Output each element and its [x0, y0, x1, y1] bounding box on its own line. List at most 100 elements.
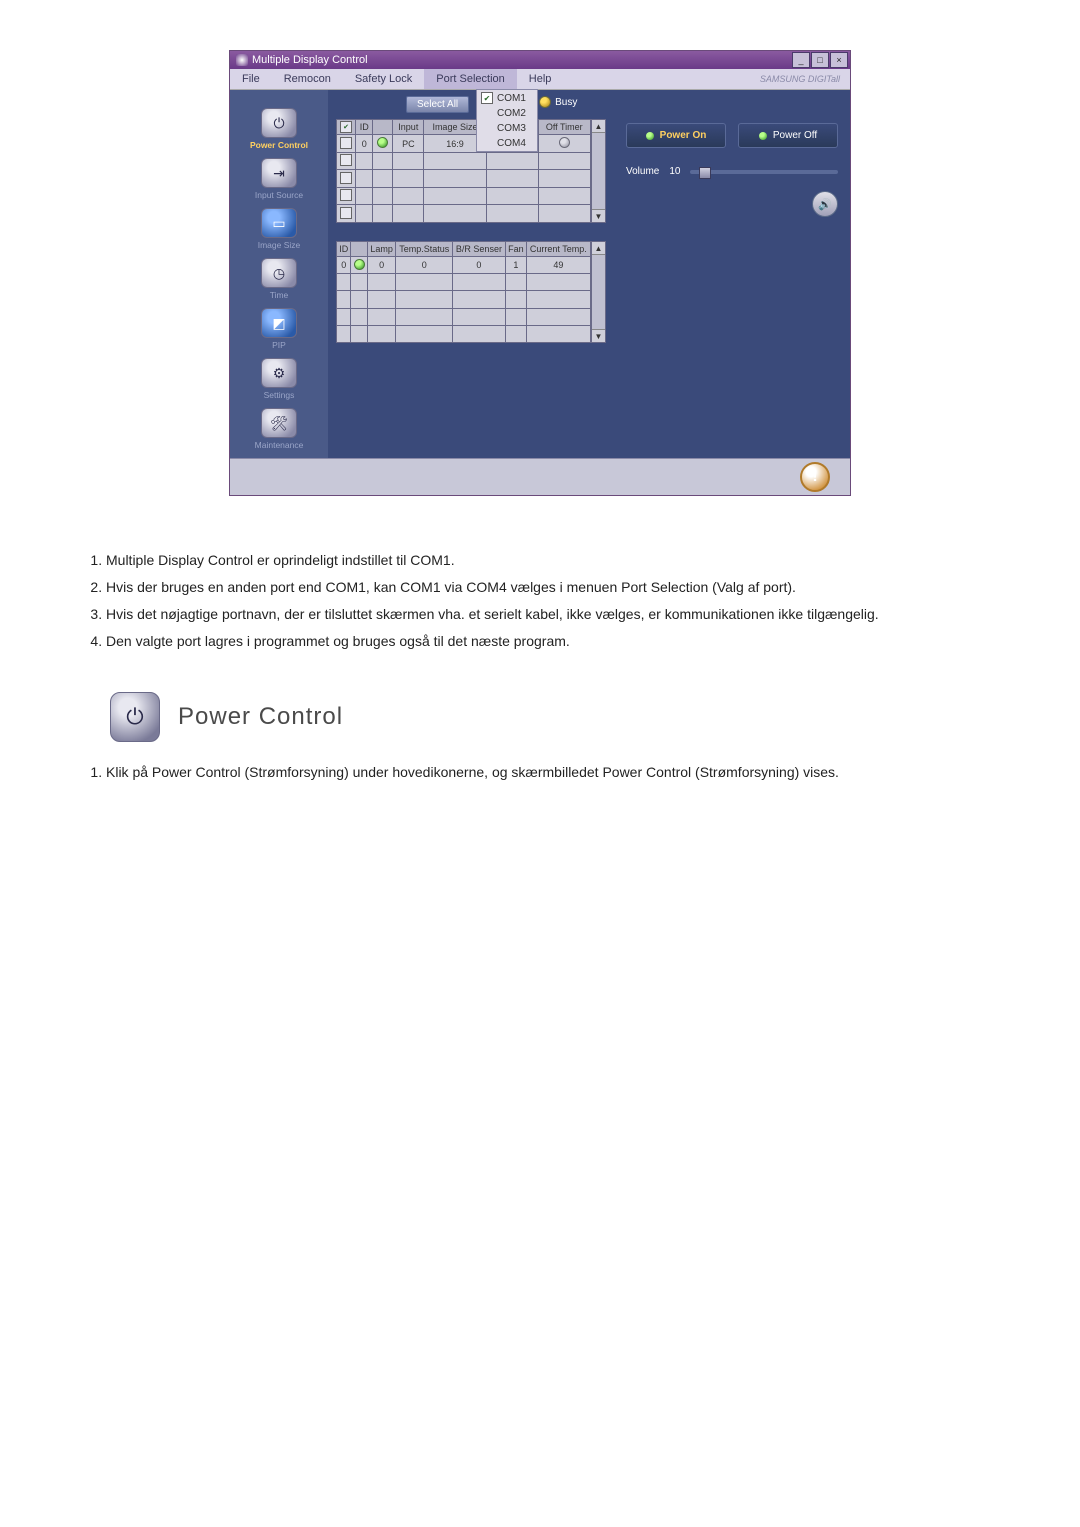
display-table: ✔ ID Input Image Size On Timer Off Timer	[336, 119, 591, 223]
col-off-timer: Off Timer	[538, 120, 590, 135]
table-row[interactable]: 0 PC 16:9	[337, 135, 591, 153]
col-id: ID	[356, 120, 373, 135]
minimize-button[interactable]: _	[792, 52, 810, 68]
slider-thumb[interactable]	[699, 167, 711, 179]
col2-lamp: Lamp	[367, 242, 395, 257]
scroll-up-icon[interactable]: ▲	[592, 242, 605, 255]
status-bar: !	[230, 458, 850, 495]
status-dot-icon	[354, 259, 365, 270]
col2-brsenser: B/R Senser	[453, 242, 506, 257]
port-com2[interactable]: COM2	[477, 106, 537, 121]
section-title: Power Control	[178, 703, 343, 731]
power-icon: ⏻	[261, 108, 297, 138]
sidebar-item-image-size[interactable]: ▭ Image Size	[258, 208, 301, 250]
port-com3[interactable]: COM3	[477, 121, 537, 136]
row-checkbox[interactable]	[340, 189, 352, 201]
menu-help[interactable]: Help	[517, 69, 564, 89]
section-heading: ⏻ Power Control	[110, 692, 1000, 742]
clock-icon: ◷	[261, 258, 297, 288]
col2-tempstatus: Temp.Status	[396, 242, 453, 257]
volume-slider[interactable]	[690, 170, 838, 174]
image-size-icon: ▭	[261, 208, 297, 238]
table-row[interactable]	[337, 274, 591, 291]
volume-value: 10	[669, 166, 680, 177]
pip-icon: ◩	[261, 308, 297, 338]
table-row[interactable]: 0 0 0 0 1 49	[337, 257, 591, 274]
col-status	[373, 120, 393, 135]
power-off-button[interactable]: Power Off	[738, 123, 838, 148]
wrench-icon: 🛠	[261, 408, 297, 438]
sidebar-item-maintenance[interactable]: 🛠 Maintenance	[255, 408, 304, 450]
application-window: Multiple Display Control _ □ × File Remo…	[229, 50, 851, 496]
sidebar-item-input-source[interactable]: ⇥ Input Source	[255, 158, 303, 200]
sidebar-item-time[interactable]: ◷ Time	[261, 258, 297, 300]
restore-button[interactable]: □	[811, 52, 829, 68]
select-all-button[interactable]: Select All	[406, 96, 469, 113]
busy-led-icon	[539, 96, 551, 108]
table2-scrollbar[interactable]: ▲ ▼	[591, 241, 606, 343]
table-row[interactable]	[337, 325, 591, 342]
header-checkbox[interactable]: ✔	[340, 121, 352, 133]
col-check: ✔	[337, 120, 356, 135]
input-icon: ⇥	[261, 158, 297, 188]
busy-indicator: Busy	[539, 96, 577, 108]
led-icon	[646, 132, 654, 140]
port-dropdown: ✔COM1 COM2 COM3 COM4	[476, 89, 538, 152]
row-checkbox[interactable]	[340, 137, 352, 149]
port-com4[interactable]: COM4	[477, 136, 537, 151]
control-panel: Power On Power Off Volume 10	[616, 119, 842, 221]
speaker-icon[interactable]: 🔊	[812, 191, 838, 217]
list-item: Multiple Display Control er oprindeligt …	[106, 550, 1000, 571]
col2-fan: Fan	[505, 242, 526, 257]
table-row[interactable]	[337, 170, 591, 188]
menu-file[interactable]: File	[230, 69, 272, 89]
table-row[interactable]	[337, 152, 591, 170]
scroll-up-icon[interactable]: ▲	[592, 120, 605, 133]
list-item: Hvis det nøjagtige portnavn, der er tils…	[106, 604, 1000, 625]
table-row[interactable]	[337, 187, 591, 205]
table1-scrollbar[interactable]: ▲ ▼	[591, 119, 606, 223]
app-icon	[236, 54, 248, 66]
title-bar: Multiple Display Control _ □ ×	[230, 51, 850, 69]
list-item: Klik på Power Control (Strømforsyning) u…	[106, 762, 1000, 783]
col2-status	[351, 242, 368, 257]
gear-icon: ⚙	[261, 358, 297, 388]
doc-text-list-1: Multiple Display Control er oprindeligt …	[80, 550, 1000, 652]
power-on-button[interactable]: Power On	[626, 123, 726, 148]
check-icon: ✔	[481, 92, 493, 104]
close-button[interactable]: ×	[830, 52, 848, 68]
menu-bar: File Remocon Safety Lock Port Selection …	[230, 69, 850, 90]
col-input: Input	[393, 120, 424, 135]
menu-remocon[interactable]: Remocon	[272, 69, 343, 89]
table-row[interactable]	[337, 205, 591, 223]
sidebar: ⏻ Power Control ⇥ Input Source ▭ Image S…	[230, 90, 328, 458]
col2-id: ID	[337, 242, 351, 257]
volume-label: Volume	[626, 166, 659, 177]
list-item: Den valgte port lagres i programmet og b…	[106, 631, 1000, 652]
alert-icon: !	[800, 462, 830, 492]
window-title: Multiple Display Control	[252, 51, 368, 69]
status-table: ID Lamp Temp.Status B/R Senser Fan Curre…	[336, 241, 591, 343]
row-checkbox[interactable]	[340, 154, 352, 166]
table-row[interactable]	[337, 291, 591, 308]
list-item: Hvis der bruges en anden port end COM1, …	[106, 577, 1000, 598]
col2-curtemp: Current Temp.	[526, 242, 590, 257]
main-panel: Select All Busy ✔	[328, 90, 850, 458]
led-icon	[759, 132, 767, 140]
scroll-down-icon[interactable]: ▼	[592, 209, 605, 222]
row-checkbox[interactable]	[340, 207, 352, 219]
sidebar-item-settings[interactable]: ⚙ Settings	[261, 358, 297, 400]
table-row[interactable]	[337, 308, 591, 325]
timer-dot-icon	[559, 137, 570, 148]
power-icon: ⏻	[110, 692, 160, 742]
brand-label: SAMSUNG DIGITall	[760, 74, 850, 84]
menu-port-selection[interactable]: Port Selection	[424, 69, 516, 89]
port-com1[interactable]: ✔COM1	[477, 90, 537, 106]
sidebar-item-pip[interactable]: ◩ PIP	[261, 308, 297, 350]
scroll-down-icon[interactable]: ▼	[592, 329, 605, 342]
row-checkbox[interactable]	[340, 172, 352, 184]
sidebar-item-power-control[interactable]: ⏻ Power Control	[250, 108, 308, 150]
doc-text-list-2: Klik på Power Control (Strømforsyning) u…	[80, 762, 1000, 783]
menu-safety-lock[interactable]: Safety Lock	[343, 69, 424, 89]
status-dot-icon	[377, 137, 388, 148]
